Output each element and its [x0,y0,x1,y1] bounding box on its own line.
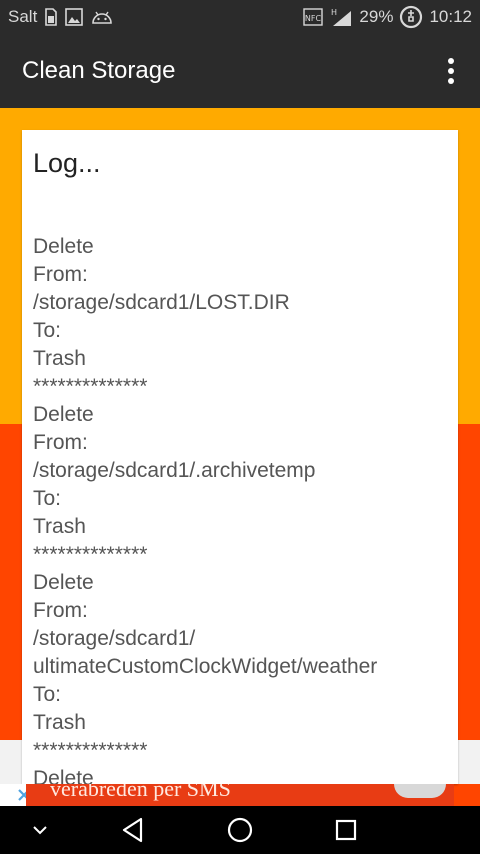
back-icon[interactable] [103,806,163,854]
log-line: From: [33,599,88,622]
ad-banner[interactable]: verabreden per SMS [26,784,454,806]
log-line: From: [33,431,88,454]
app-bar: Clean Storage [0,34,480,108]
log-line: Trash [33,347,86,370]
sim-icon [45,8,58,26]
log-line: /storage/sdcard1/.archivetemp [33,459,316,482]
navigation-bar [0,806,480,854]
log-line: Trash [33,711,86,734]
svg-text:H: H [331,8,337,17]
log-line: From: [33,263,88,286]
log-line: Delete [33,571,94,594]
log-line: To: [33,683,62,706]
home-icon[interactable] [210,806,270,854]
ad-text: verabreden per SMS [50,784,231,801]
log-line: /storage/sdcard1/ [33,627,196,650]
overflow-menu-icon[interactable] [440,54,462,88]
carrier-label: Salt [8,7,38,26]
log-text[interactable]: Delete From: /storage/sdcard1/LOST.DIR To: T… [33,233,453,784]
log-line: ************** [33,543,148,566]
recents-icon[interactable] [316,806,376,854]
log-line: ultimateCustomClockWidget/weather [33,655,378,678]
log-line: To: [33,487,62,510]
nfc-icon: NFC [303,8,324,26]
log-line: /storage/sdcard1/LOST.DIR [33,291,290,314]
log-line: Delete [33,403,94,426]
svg-text:NFC: NFC [305,14,322,23]
log-line: Trash [33,515,86,538]
ad-cta-button[interactable] [394,784,446,798]
log-line: Delete [33,767,94,784]
status-bar: Salt NFC H 29% 10:12 [0,0,480,34]
battery-percent: 29% [359,7,394,26]
android-icon [91,9,113,25]
page-title: Clean Storage [22,57,176,84]
log-dialog[interactable]: Log... Delete From: /storage/sdcard1/LOST.… [22,130,458,784]
log-title: Log... [33,148,101,178]
log-line: To: [33,319,62,342]
battery-charging-icon [399,5,423,29]
log-line: Delete [33,235,94,258]
image-icon [65,8,84,26]
chevron-down-icon[interactable] [10,806,70,854]
signal-icon: H [329,7,353,27]
log-line: ************** [33,375,148,398]
clock: 10:12 [429,7,472,26]
log-line: ************** [33,739,148,762]
